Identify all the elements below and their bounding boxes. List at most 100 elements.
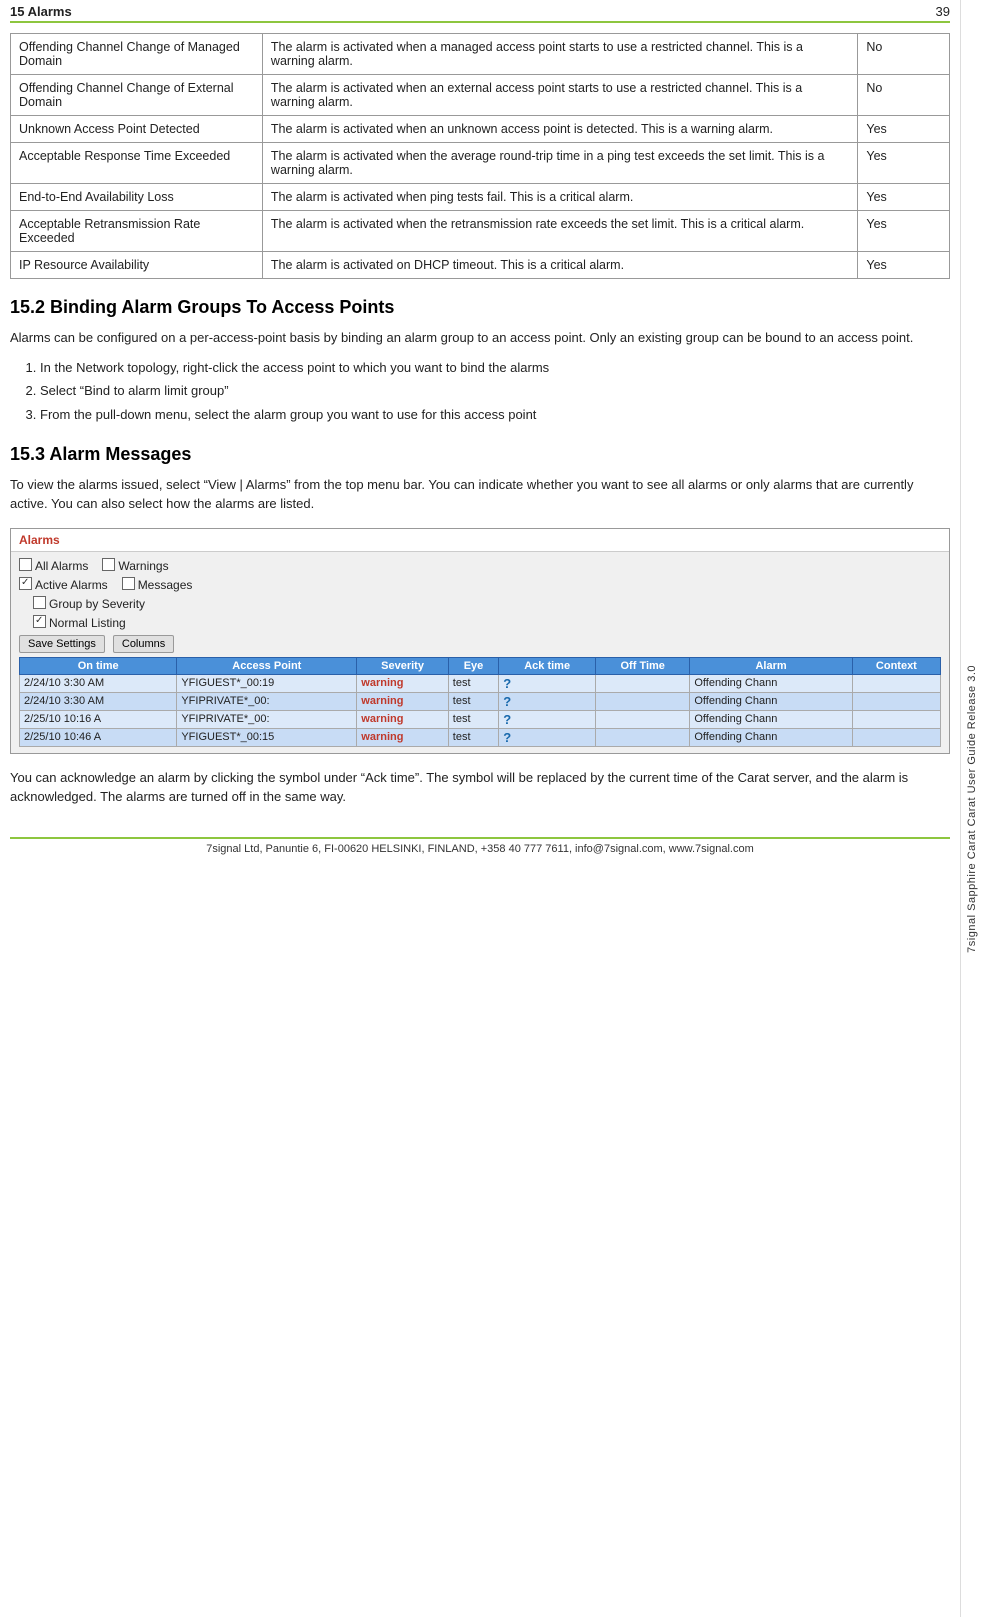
alarm-data-cell: YFIGUEST*_00:19: [177, 674, 357, 692]
alarm-name: Offending Channel Change of External Dom…: [11, 75, 263, 116]
alarm-description: The alarm is activated when ping tests f…: [262, 184, 857, 211]
alarm-data-row: 2/25/10 10:16 AYFIPRIVATE*_00:warningtes…: [20, 710, 941, 728]
side-label-text: 7signal Sapphire Carat Carat User Guide …: [966, 665, 978, 953]
save-settings-button[interactable]: Save Settings: [19, 635, 105, 653]
page-number: 39: [936, 4, 950, 19]
normal-listing-checkbox[interactable]: Normal Listing: [33, 615, 126, 631]
alarm-data-cell: [852, 692, 940, 710]
alarm-enabled: Yes: [858, 184, 950, 211]
chapter-title: 15 Alarms: [10, 4, 72, 19]
alarm-data-cell: test: [448, 728, 498, 746]
alarm-description: The alarm is activated when an unknown a…: [262, 116, 857, 143]
alarm-table-header: Eye: [448, 657, 498, 674]
alarm-enabled: No: [858, 75, 950, 116]
alarms-screenshot-inner: All Alarms Warnings Act: [11, 552, 949, 753]
footer: 7signal Ltd, Panuntie 6, FI-00620 HELSIN…: [10, 837, 950, 855]
alarm-enabled: Yes: [858, 116, 950, 143]
section-15-2-steps: In the Network topology, right-click the…: [40, 358, 950, 426]
alarm-table: Offending Channel Change of Managed Doma…: [10, 33, 950, 279]
alarm-table-header: Access Point: [177, 657, 357, 674]
step-1: In the Network topology, right-click the…: [40, 358, 950, 379]
alarm-table-header: Alarm: [690, 657, 852, 674]
alarm-name: Acceptable Retransmission Rate Exceeded: [11, 211, 263, 252]
alarm-description: The alarm is activated on DHCP timeout. …: [262, 252, 857, 279]
alarm-data-cell: YFIPRIVATE*_00:: [177, 710, 357, 728]
alarm-description: The alarm is activated when the retransm…: [262, 211, 857, 252]
alarm-data-cell: Offending Chann: [690, 692, 852, 710]
checkbox-row-3: Group by Severity: [33, 596, 941, 612]
alarm-data-cell: ?: [499, 728, 596, 746]
table-row: End-to-End Availability Loss The alarm i…: [11, 184, 950, 211]
messages-cb-box[interactable]: [122, 577, 135, 590]
table-row: Offending Channel Change of Managed Doma…: [11, 34, 950, 75]
step-3: From the pull-down menu, select the alar…: [40, 405, 950, 426]
page-header: 15 Alarms 39: [10, 0, 950, 23]
alarm-table-header: Severity: [357, 657, 448, 674]
checkbox-row-1: All Alarms Warnings: [19, 558, 941, 574]
alarm-data-cell: 2/24/10 3:30 AM: [20, 692, 177, 710]
alarm-enabled: No: [858, 34, 950, 75]
screenshot-btn-row: Save Settings Columns: [19, 635, 941, 653]
side-label: 7signal Sapphire Carat Carat User Guide …: [960, 0, 982, 1617]
alarm-description: The alarm is activated when an external …: [262, 75, 857, 116]
table-row: Unknown Access Point Detected The alarm …: [11, 116, 950, 143]
table-row: IP Resource Availability The alarm is ac…: [11, 252, 950, 279]
alarm-enabled: Yes: [858, 252, 950, 279]
alarm-table-header: Ack time: [499, 657, 596, 674]
alarm-data-cell: [852, 710, 940, 728]
section-15-3-intro: To view the alarms issued, select “View …: [10, 475, 950, 514]
alarm-description: The alarm is activated when the average …: [262, 143, 857, 184]
table-row: Offending Channel Change of External Dom…: [11, 75, 950, 116]
alarm-data-cell: warning: [357, 674, 448, 692]
alarm-table-header: On time: [20, 657, 177, 674]
alarm-data-cell: warning: [357, 728, 448, 746]
alarm-data-cell: ?: [499, 692, 596, 710]
group-by-severity-cb-box[interactable]: [33, 596, 46, 609]
step-2: Select “Bind to alarm limit group”: [40, 381, 950, 402]
alarm-data-cell: [852, 674, 940, 692]
alarm-data-cell: [596, 728, 690, 746]
alarm-data-cell: [852, 728, 940, 746]
alarm-data-cell: warning: [357, 692, 448, 710]
messages-checkbox[interactable]: Messages: [122, 577, 193, 593]
alarm-data-cell: YFIGUEST*_00:15: [177, 728, 357, 746]
alarm-enabled: Yes: [858, 211, 950, 252]
checkbox-row-4: Normal Listing: [33, 615, 941, 631]
alarm-data-cell: Offending Chann: [690, 710, 852, 728]
table-row: Acceptable Response Time Exceeded The al…: [11, 143, 950, 184]
alarm-data-cell: [596, 692, 690, 710]
warnings-checkbox[interactable]: Warnings: [102, 558, 168, 574]
section-15-2-heading: 15.2 Binding Alarm Groups To Access Poin…: [10, 297, 950, 318]
alarm-table-header: Context: [852, 657, 940, 674]
checkbox-row-2: Active Alarms Messages: [19, 577, 941, 593]
all-alarms-checkbox[interactable]: All Alarms: [19, 558, 88, 574]
columns-button[interactable]: Columns: [113, 635, 174, 653]
all-alarms-cb-box[interactable]: [19, 558, 32, 571]
alarm-name: Unknown Access Point Detected: [11, 116, 263, 143]
alarm-data-cell: test: [448, 710, 498, 728]
alarm-data-cell: [596, 710, 690, 728]
normal-listing-cb-box[interactable]: [33, 615, 46, 628]
alarm-data-row: 2/24/10 3:30 AMYFIGUEST*_00:19warningtes…: [20, 674, 941, 692]
section-15-2-intro: Alarms can be configured on a per-access…: [10, 328, 950, 348]
footer-text: 7signal Ltd, Panuntie 6, FI-00620 HELSIN…: [206, 843, 754, 855]
alarm-name: End-to-End Availability Loss: [11, 184, 263, 211]
alarm-data-cell: ?: [499, 710, 596, 728]
alarm-data-cell: [596, 674, 690, 692]
alarm-data-table: On timeAccess PointSeverityEyeAck time Of…: [19, 657, 941, 747]
alarm-data-cell: test: [448, 674, 498, 692]
alarm-data-cell: 2/25/10 10:16 A: [20, 710, 177, 728]
alarm-data-cell: ?: [499, 674, 596, 692]
table-row: Acceptable Retransmission Rate Exceeded …: [11, 211, 950, 252]
alarm-data-row: 2/24/10 3:30 AMYFIPRIVATE*_00:warningtes…: [20, 692, 941, 710]
alarm-data-cell: warning: [357, 710, 448, 728]
alarm-data-cell: Offending Chann: [690, 674, 852, 692]
active-alarms-checkbox[interactable]: Active Alarms: [19, 577, 108, 593]
alarm-data-cell: test: [448, 692, 498, 710]
active-alarms-cb-box[interactable]: [19, 577, 32, 590]
warnings-cb-box[interactable]: [102, 558, 115, 571]
group-by-severity-checkbox[interactable]: Group by Severity: [33, 596, 145, 612]
alarms-title-bar: Alarms: [11, 529, 949, 552]
alarm-data-cell: 2/25/10 10:46 A: [20, 728, 177, 746]
alarm-description: The alarm is activated when a managed ac…: [262, 34, 857, 75]
